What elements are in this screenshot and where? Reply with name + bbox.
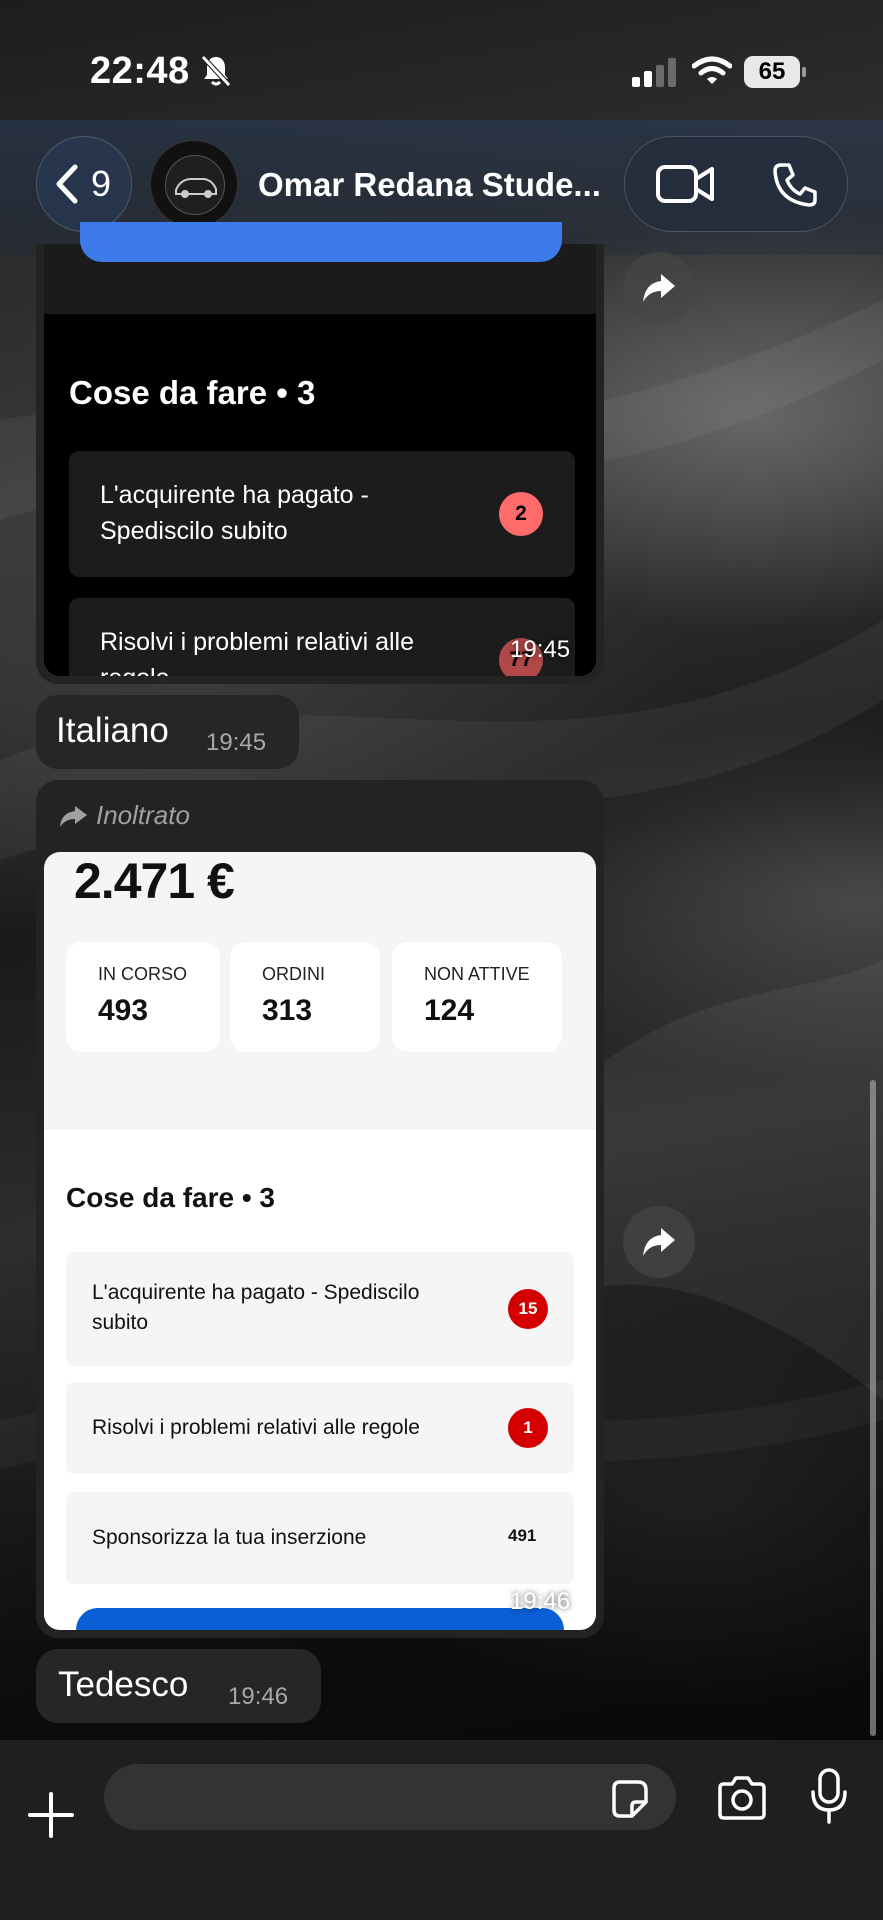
avatar[interactable]: [150, 140, 238, 228]
stat-label: ORDINI: [262, 964, 325, 984]
video-call-icon[interactable]: [655, 161, 715, 207]
image-message[interactable]: Cose da fare • 3 L'acquirente ha pagato …: [36, 244, 604, 684]
forwarded-label: Inoltrato: [96, 800, 190, 830]
stat-card: ORDINI 313: [230, 942, 380, 1052]
task-card: L'acquirente ha pagato - Spediscilo subi…: [69, 451, 575, 577]
task-label: L'acquirente ha pagato - Spediscilo subi…: [100, 481, 369, 545]
stat-label: IN CORSO: [98, 964, 188, 984]
total-amount: 2.471 €: [74, 853, 235, 909]
task-count: 491: [508, 1526, 537, 1545]
battery-level: 65: [744, 56, 800, 88]
forward-arrow-icon: [643, 1228, 675, 1256]
stat-value: 124: [424, 994, 475, 1027]
screenshot-image: Cose da fare • 3 L'acquirente ha pagato …: [44, 244, 596, 676]
task-card: L'acquirente ha pagato - Spediscilo subi…: [66, 1252, 574, 1366]
screenshot-image: 2.471 € IN CORSO 493 ORDINI 313 NON ATTI…: [44, 852, 596, 1630]
signal-icon: [632, 58, 676, 87]
section-title: Cose da fare • 3: [69, 374, 316, 411]
stat-value: 313: [262, 994, 313, 1027]
microphone-icon[interactable]: [810, 1768, 848, 1824]
task-label: Risolvi i problemi relativi alle regole: [100, 628, 414, 676]
sticker-icon[interactable]: [608, 1778, 650, 1820]
task-card: Risolvi i problemi relativi alle regole …: [66, 1382, 574, 1474]
todo-section: Cose da fare • 3 L'acquirente ha pagato …: [44, 1130, 596, 1630]
stat-value: 493: [98, 994, 149, 1027]
chevron-left-icon: [56, 164, 78, 204]
call-actions: [624, 136, 848, 232]
contact-name[interactable]: Omar Redana Stude...: [258, 166, 601, 204]
forward-button[interactable]: [623, 1206, 695, 1278]
task-card: Sponsorizza la tua inserzione 491: [66, 1492, 574, 1584]
message-input[interactable]: [104, 1764, 676, 1830]
wifi-icon: [692, 56, 732, 84]
status-bar: 22:48 65: [0, 0, 883, 130]
task-card: Risolvi i problemi relativi alle regole …: [69, 598, 575, 676]
forwarded-arrow-icon: [60, 806, 87, 827]
car-logo-icon: [175, 178, 217, 198]
scrollbar[interactable]: [870, 1080, 876, 1736]
forward-button[interactable]: [623, 252, 695, 324]
task-label: L'acquirente ha pagato - Spediscilo subi…: [92, 1281, 420, 1334]
stat-card: IN CORSO 493: [66, 942, 220, 1052]
task-label: Sponsorizza la tua inserzione: [92, 1526, 367, 1549]
task-badge: 2: [499, 492, 543, 536]
message-text: Italiano: [56, 711, 169, 750]
camera-icon[interactable]: [716, 1776, 768, 1820]
phone-icon[interactable]: [771, 161, 819, 209]
stat-card: NON ATTIVE 124: [392, 942, 562, 1052]
message-time: 19:45: [510, 636, 571, 663]
text-message[interactable]: Italiano 19:45: [36, 695, 299, 769]
cta-button-edge: [76, 1608, 564, 1630]
forward-arrow-icon: [643, 274, 675, 302]
blue-button-edge: [80, 222, 562, 262]
battery-icon: 65: [744, 56, 806, 88]
section-title: Cose da fare • 3: [66, 1182, 276, 1213]
text-message[interactable]: Tedesco 19:46: [36, 1649, 321, 1723]
plus-icon[interactable]: [28, 1792, 74, 1838]
task-label: Risolvi i problemi relativi alle regole: [92, 1416, 420, 1439]
message-time: 19:45: [206, 729, 267, 756]
back-button[interactable]: 9: [36, 136, 132, 232]
message-text: Tedesco: [58, 1665, 189, 1704]
input-bar: [0, 1740, 883, 1920]
task-badge: 15: [508, 1289, 548, 1329]
task-badge: 1: [508, 1408, 548, 1448]
message-time: 19:46: [510, 1588, 571, 1615]
unread-count: 9: [91, 163, 112, 204]
status-time: 22:48: [90, 50, 190, 92]
bell-slash-icon: [201, 55, 231, 87]
forwarded-image-message[interactable]: Inoltrato 2.471 € IN CORSO 493 ORDINI 31…: [36, 780, 604, 1638]
stat-label: NON ATTIVE: [424, 964, 530, 984]
message-time: 19:46: [228, 1683, 289, 1710]
